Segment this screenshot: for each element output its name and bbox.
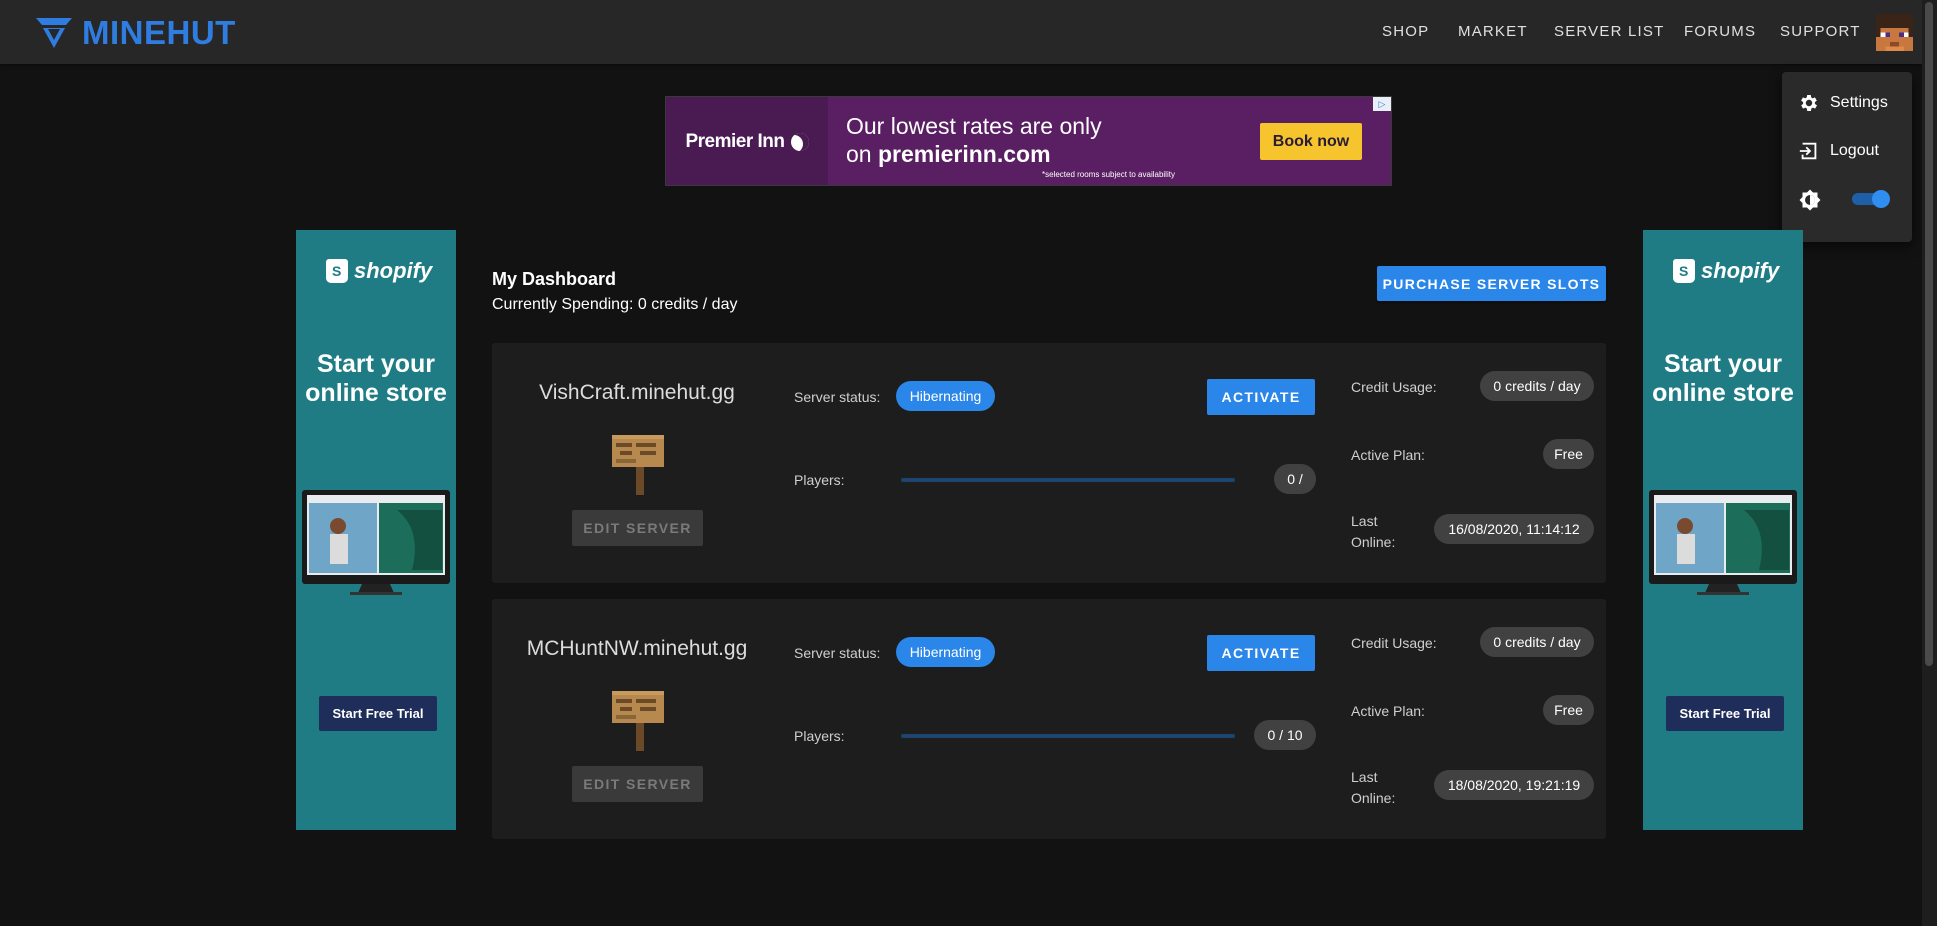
page-title: My Dashboard	[492, 269, 617, 289]
credit-usage-label: Credit Usage:	[1351, 379, 1437, 395]
last-online-label: Last Online:	[1351, 767, 1395, 809]
shopify-logo: shopify	[326, 258, 432, 284]
menu-settings[interactable]: Settings	[1798, 92, 1888, 114]
pitch-line2: online store	[305, 379, 447, 407]
pitch-line1: Start your	[1663, 350, 1783, 378]
right-side-ad[interactable]: shopify Start your online store Start Fr…	[1643, 230, 1803, 830]
server-card: VishCraft.minehut.gg EDIT SERVER Server …	[492, 343, 1606, 583]
brightness-icon	[1799, 189, 1821, 211]
server-status-label: Server status:	[794, 389, 881, 405]
monitor-image	[302, 490, 450, 595]
settings-label: Settings	[1830, 94, 1888, 111]
toggle-knob	[1872, 190, 1890, 208]
premier-inn-logo: Premier Inn	[666, 97, 828, 185]
server-name: MCHuntNW.minehut.gg	[526, 637, 748, 660]
activate-button[interactable]: ACTIVATE	[1207, 635, 1315, 671]
last-online-label-line1: Last	[1351, 513, 1378, 529]
moon-icon	[790, 133, 809, 151]
server-name: VishCraft.minehut.gg	[539, 381, 735, 404]
gear-icon	[1801, 95, 1817, 111]
ad-headline-line1: Our lowest rates are only	[846, 113, 1102, 139]
ad-headline-domain: premierinn.com	[877, 141, 1051, 167]
credit-usage-value: 0 credits / day	[1480, 627, 1594, 657]
spending-summary: Currently Spending: 0 credits / day	[492, 296, 738, 313]
brand-name: MINEHUT	[82, 14, 236, 51]
server-sign-icon	[612, 691, 664, 751]
plan-badge: Free	[1543, 695, 1594, 725]
shopify-bag-icon	[326, 259, 348, 283]
scrollbar-thumb[interactable]	[1925, 2, 1933, 666]
ad-headline-prefix: on	[846, 141, 878, 167]
status-badge: Hibernating	[896, 637, 995, 667]
last-online-label-line1: Last	[1351, 769, 1378, 785]
nav-market[interactable]: MARKET	[1458, 23, 1528, 40]
activate-button[interactable]: ACTIVATE	[1207, 379, 1315, 415]
minehut-diamond-icon	[36, 18, 72, 48]
nav-shop[interactable]: SHOP	[1382, 23, 1429, 40]
active-plan-label: Active Plan:	[1351, 447, 1425, 463]
players-count: 0 / 10	[1254, 720, 1316, 750]
ad-fine-print: *selected rooms subject to availability	[1042, 170, 1175, 179]
ad-headline: Our lowest rates are only on premierinn.…	[846, 112, 1102, 168]
menu-logout[interactable]: Logout	[1798, 140, 1879, 162]
credit-usage-label: Credit Usage:	[1351, 635, 1437, 651]
edit-server-button[interactable]: EDIT SERVER	[572, 510, 703, 546]
players-progress-bar	[901, 734, 1235, 738]
logout-icon	[1799, 142, 1817, 160]
user-avatar[interactable]	[1876, 14, 1913, 51]
credit-usage-value: 0 credits / day	[1480, 371, 1594, 401]
nav-forums[interactable]: FORUMS	[1684, 23, 1756, 40]
shopify-brand: shopify	[354, 258, 433, 283]
nav-server-list[interactable]: SERVER LIST	[1554, 23, 1664, 40]
top-banner-ad[interactable]: Premier Inn Our lowest rates are only on…	[665, 96, 1392, 186]
ad-choices-icon[interactable]: ▷	[1373, 97, 1391, 111]
last-online-label-line2: Online:	[1351, 790, 1396, 806]
status-badge: Hibernating	[896, 381, 995, 411]
book-now-button[interactable]: Book now	[1260, 123, 1362, 160]
last-online-value: 18/08/2020, 19:21:19	[1434, 770, 1594, 800]
last-online-label: Last Online:	[1351, 511, 1395, 553]
purchase-server-slots-button[interactable]: PURCHASE SERVER SLOTS	[1377, 266, 1606, 301]
side-ad-pitch: Start your online store	[296, 350, 456, 408]
ad-brand-name: Premier Inn	[685, 131, 785, 152]
server-card: MCHuntNW.minehut.gg EDIT SERVER Server s…	[492, 599, 1606, 839]
players-progress-bar	[901, 478, 1235, 482]
edit-server-button[interactable]: EDIT SERVER	[572, 766, 703, 802]
dark-mode-toggle[interactable]	[1852, 190, 1892, 208]
ad-headline-line2: on premierinn.com	[846, 140, 1102, 168]
top-navigation-bar: MINEHUT SHOP MARKET SERVER LIST FORUMS S…	[0, 0, 1922, 64]
shopify-logo: shopify	[1673, 258, 1779, 284]
minehut-logo[interactable]: MINEHUT	[34, 14, 236, 52]
active-plan-label: Active Plan:	[1351, 703, 1425, 719]
nav-support[interactable]: SUPPORT	[1780, 23, 1861, 40]
players-label: Players:	[794, 728, 845, 744]
server-sign-icon	[612, 435, 664, 495]
last-online-label-line2: Online:	[1351, 534, 1396, 550]
plan-badge: Free	[1543, 439, 1594, 469]
side-ad-pitch: Start your online store	[1643, 350, 1803, 408]
shopify-brand: shopify	[1701, 258, 1780, 283]
start-free-trial-button[interactable]: Start Free Trial	[1666, 696, 1784, 731]
server-status-label: Server status:	[794, 645, 881, 661]
start-free-trial-button[interactable]: Start Free Trial	[319, 696, 437, 731]
monitor-image	[1649, 490, 1797, 595]
user-menu-dropdown: Settings Logout	[1782, 72, 1912, 242]
pitch-line2: online store	[1652, 379, 1794, 407]
shopify-bag-icon	[1673, 259, 1695, 283]
players-count: 0 /	[1274, 464, 1316, 494]
logout-label: Logout	[1830, 142, 1879, 159]
left-side-ad[interactable]: shopify Start your online store Start Fr…	[296, 230, 456, 830]
last-online-value: 16/08/2020, 11:14:12	[1434, 514, 1594, 544]
players-label: Players:	[794, 472, 845, 488]
pitch-line1: Start your	[316, 350, 436, 378]
